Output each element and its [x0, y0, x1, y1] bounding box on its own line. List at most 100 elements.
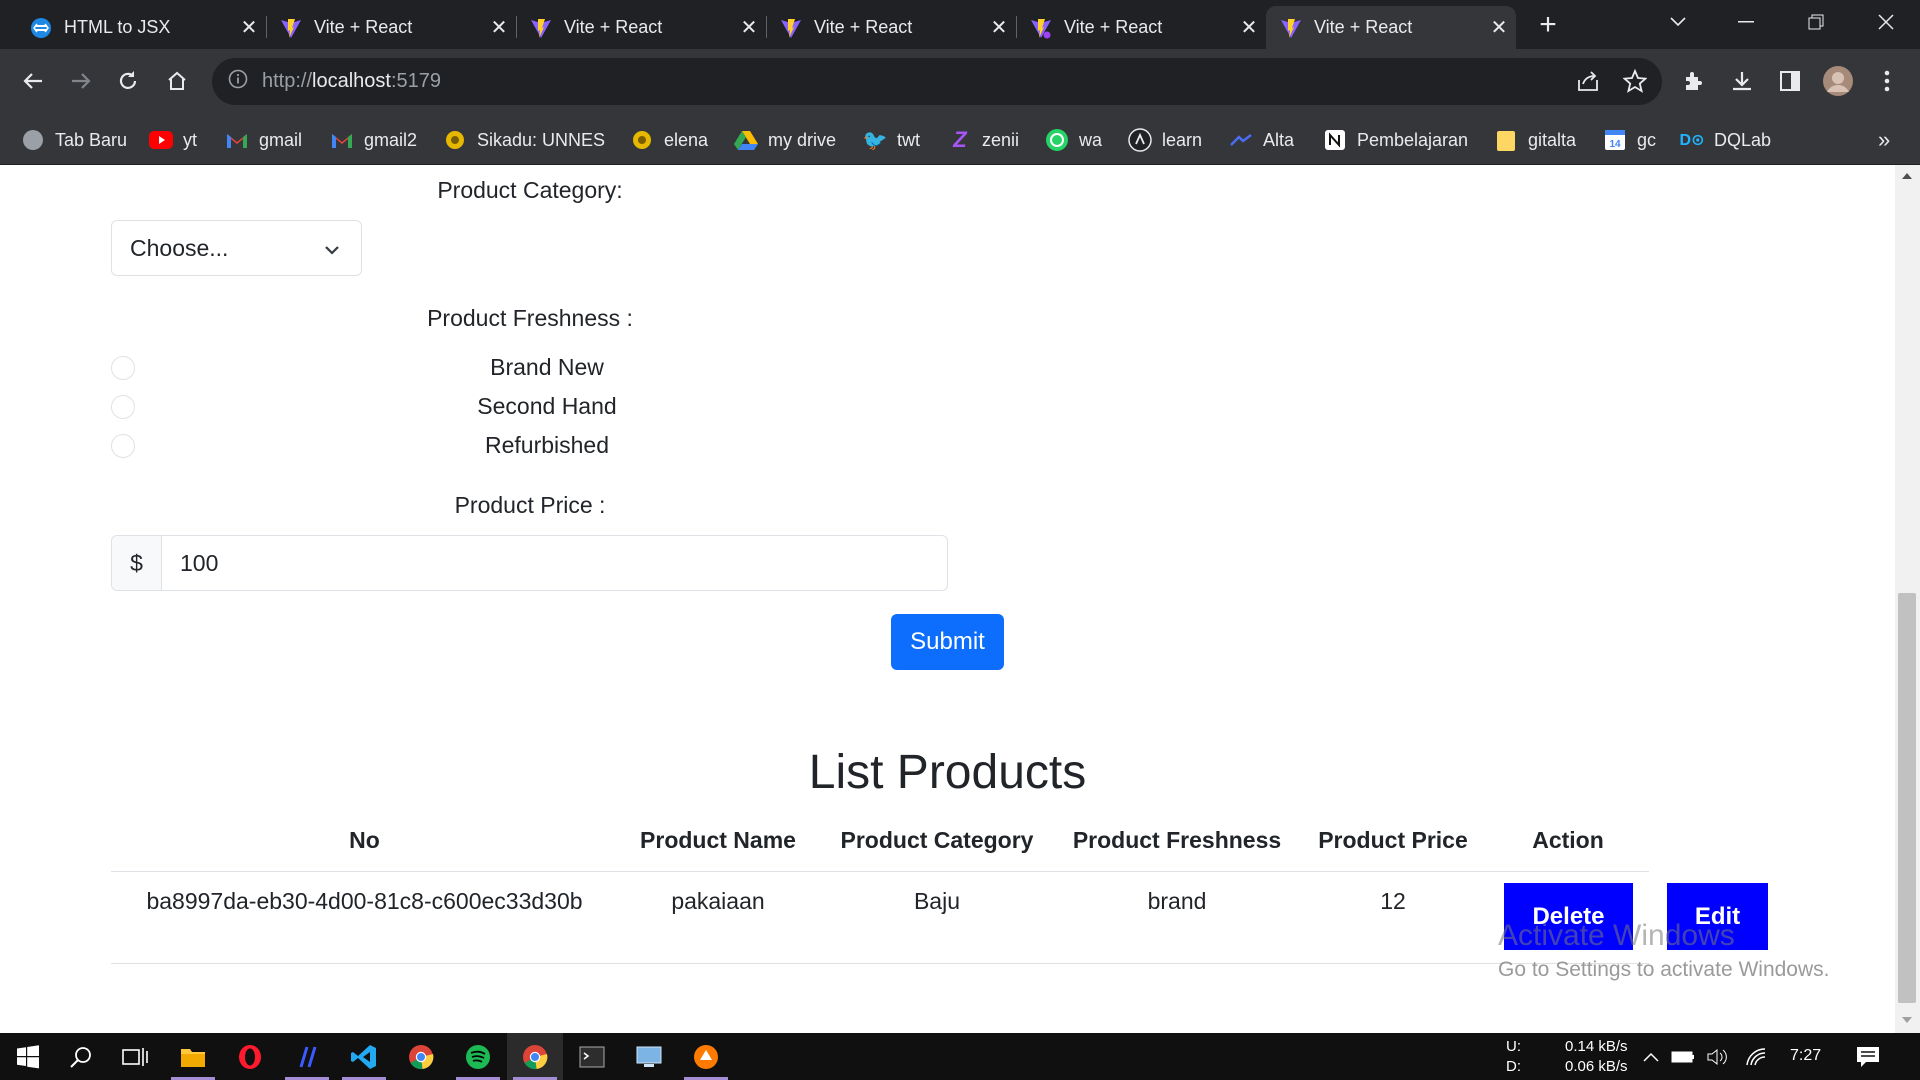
submit-button[interactable]: Submit: [891, 614, 1004, 670]
bookmark-elena[interactable]: elena: [630, 116, 708, 164]
bookmark-twt[interactable]: 🐦 twt: [863, 116, 920, 164]
extensions-icon[interactable]: [1674, 61, 1714, 101]
volume-icon[interactable]: [1701, 1033, 1733, 1080]
site-info-icon[interactable]: [228, 69, 248, 94]
bookmark-label: learn: [1162, 129, 1203, 150]
file-explorer-icon[interactable]: [165, 1033, 221, 1080]
bookmark-label: my drive: [768, 129, 837, 150]
address-bar[interactable]: http://localhost:5179: [212, 58, 1662, 105]
battery-icon[interactable]: [1665, 1033, 1701, 1080]
opera-icon[interactable]: [222, 1033, 278, 1080]
bookmark-dqlab[interactable]: D⊙ DQLab: [1680, 116, 1772, 164]
html-to-jsx-icon: [30, 17, 52, 39]
bookmark-star-icon[interactable]: [1615, 61, 1655, 101]
editor-app-icon[interactable]: [279, 1033, 335, 1080]
upload-label: U:: [1506, 1038, 1521, 1055]
minimize-button[interactable]: [1712, 0, 1780, 44]
windows-start-icon[interactable]: [0, 1033, 56, 1080]
close-tab-icon[interactable]: ✕: [732, 15, 766, 40]
bookmark-label: gc: [1637, 129, 1657, 150]
currency-prefix: $: [112, 536, 162, 590]
globe-icon: [21, 128, 45, 152]
task-view-icon[interactable]: [107, 1033, 163, 1080]
notifications-icon[interactable]: [1840, 1033, 1896, 1080]
browser-tab[interactable]: Vite + React ✕: [516, 6, 766, 49]
notion-icon: [1323, 128, 1347, 152]
column-header-product-freshness: Product Freshness: [1072, 827, 1282, 853]
bookmark-yt[interactable]: yt: [149, 116, 197, 164]
bookmark-gc[interactable]: 14 gc: [1603, 116, 1656, 164]
bookmark-zenii[interactable]: Z zenii: [948, 116, 1019, 164]
table-header-divider: [111, 871, 1649, 872]
scroll-up-arrow-icon[interactable]: [1902, 173, 1912, 179]
close-window-button[interactable]: [1852, 0, 1920, 44]
radio-second-hand[interactable]: [111, 395, 135, 419]
download-icon[interactable]: [1722, 61, 1762, 101]
bookmark-wa[interactable]: wa: [1045, 116, 1102, 164]
restore-button[interactable]: [1782, 0, 1850, 44]
clock[interactable]: 7:27: [1790, 1047, 1821, 1065]
radio-refurbished[interactable]: [111, 434, 135, 458]
search-icon[interactable]: [53, 1033, 109, 1080]
home-button[interactable]: [157, 61, 197, 101]
forward-button[interactable]: [61, 61, 101, 101]
chrome-active-icon[interactable]: [507, 1033, 563, 1080]
page-content: Product Category: Choose... Product Fres…: [0, 165, 1895, 1033]
new-tab-button[interactable]: +: [1528, 10, 1568, 42]
browser-tab[interactable]: Vite + React ✕: [766, 6, 1016, 49]
bookmark-alta[interactable]: Alta: [1229, 116, 1294, 164]
close-tab-icon[interactable]: ✕: [232, 15, 266, 40]
cell-product-name: pakaiaan: [671, 888, 765, 914]
tray-chevron-up-icon[interactable]: [1636, 1033, 1666, 1080]
url-host: localhost: [312, 70, 391, 92]
bookmark-sikadu[interactable]: Sikadu: UNNES: [443, 116, 605, 164]
youtube-icon: [149, 128, 173, 152]
list-products-title: List Products: [808, 746, 1087, 799]
tab-title: Vite + React: [1314, 17, 1413, 37]
category-select[interactable]: Choose...: [111, 220, 362, 276]
close-tab-icon[interactable]: ✕: [1482, 15, 1516, 40]
browser-tab-active[interactable]: Vite + React ✕: [1266, 6, 1516, 49]
wifi-icon[interactable]: [1738, 1033, 1774, 1080]
svg-text:14: 14: [1609, 139, 1621, 150]
drive-icon: [734, 128, 758, 152]
sublime-icon[interactable]: [678, 1033, 734, 1080]
price-input-group: $ 100: [111, 535, 948, 591]
terminal-icon[interactable]: [564, 1033, 620, 1080]
price-input[interactable]: 100: [162, 536, 947, 590]
twitter-icon: 🐦: [862, 129, 888, 152]
vscode-icon[interactable]: [336, 1033, 392, 1080]
bookmark-gmail2[interactable]: gmail2: [330, 116, 417, 164]
browser-tab[interactable]: Vite + React ✕: [1016, 6, 1266, 49]
spotify-icon[interactable]: [450, 1033, 506, 1080]
bookmark-my-drive[interactable]: my drive: [734, 116, 836, 164]
bookmark-pembelajaran[interactable]: Pembelajaran: [1323, 116, 1468, 164]
reload-button[interactable]: [108, 61, 148, 101]
radio-brand-new[interactable]: [111, 356, 135, 380]
side-panel-icon[interactable]: [1770, 61, 1810, 101]
bookmark-label: yt: [183, 129, 198, 150]
browser-tab[interactable]: HTML to JSX ✕: [16, 6, 266, 49]
unnes-icon: [630, 128, 654, 152]
back-button[interactable]: [13, 61, 53, 101]
browser-tab[interactable]: Vite + React ✕: [266, 6, 516, 49]
bookmark-learn[interactable]: learn: [1128, 116, 1202, 164]
close-tab-icon[interactable]: ✕: [1232, 15, 1266, 40]
tab-title: Vite + React: [564, 17, 663, 37]
close-tab-icon[interactable]: ✕: [982, 15, 1016, 40]
gmail-icon: [330, 128, 354, 152]
scroll-down-arrow-icon[interactable]: [1902, 1017, 1912, 1023]
menu-kebab-icon[interactable]: [1867, 61, 1907, 101]
folder-icon: [1494, 128, 1518, 152]
profile-avatar[interactable]: [1818, 61, 1858, 101]
bookmark-gitalta[interactable]: gitalta: [1494, 116, 1576, 164]
share-icon[interactable]: [1568, 61, 1608, 101]
bookmarks-overflow-button[interactable]: »: [1878, 116, 1890, 164]
chrome-icon[interactable]: [393, 1033, 449, 1080]
close-tab-icon[interactable]: ✕: [482, 15, 516, 40]
tab-search-chevron-icon[interactable]: [1644, 0, 1712, 44]
bookmark-tab-baru[interactable]: Tab Baru: [21, 116, 127, 164]
bookmark-gmail[interactable]: gmail: [225, 116, 302, 164]
scrollbar-thumb[interactable]: [1898, 593, 1916, 1003]
screen-app-icon[interactable]: [621, 1033, 677, 1080]
